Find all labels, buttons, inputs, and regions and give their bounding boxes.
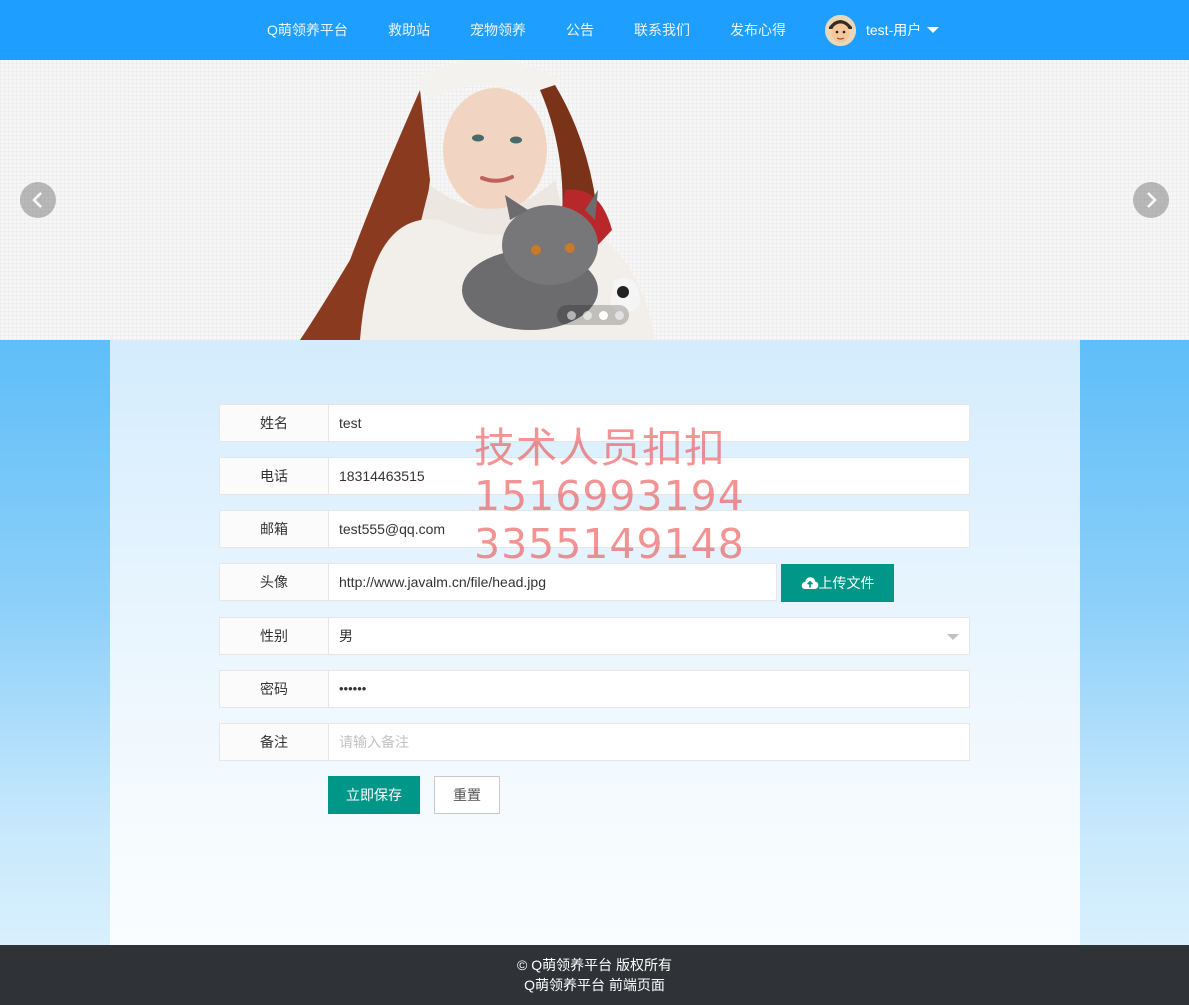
gender-selected-value: 男 (339, 628, 353, 644)
nav-item-contact[interactable]: 联系我们 (634, 0, 690, 60)
carousel-dot-1[interactable] (567, 311, 576, 320)
carousel-next-button[interactable] (1133, 182, 1169, 218)
gender-label: 性别 (219, 617, 329, 655)
remark-input[interactable] (328, 723, 970, 761)
cloud-upload-icon (801, 577, 818, 589)
carousel-indicators (557, 305, 629, 325)
nav-item-post-experience[interactable]: 发布心得 (730, 0, 786, 60)
carousel-dot-2[interactable] (583, 311, 592, 320)
footer-copyright: © Q萌领养平台 版权所有 (517, 957, 672, 973)
carousel-dot-4[interactable] (615, 311, 624, 320)
watermark-line-2: 1516993194 (474, 472, 745, 520)
nav-item-announcements[interactable]: 公告 (566, 0, 594, 60)
avatar-label: 头像 (219, 563, 329, 601)
chevron-left-icon (32, 192, 42, 208)
reset-button[interactable]: 重置 (434, 776, 500, 814)
password-label: 密码 (219, 670, 329, 708)
name-label: 姓名 (219, 404, 329, 442)
watermark-line-1: 技术人员扣扣 (474, 424, 726, 472)
phone-label: 电话 (219, 457, 329, 495)
avatar-url-input[interactable] (328, 563, 777, 601)
password-input[interactable]: •••••• (328, 670, 970, 708)
nav-item-home[interactable]: Q萌领养平台 (267, 0, 348, 60)
watermark-line-3: 3355149148 (474, 520, 745, 568)
nav-item-pet-adoption[interactable]: 宠物领养 (470, 0, 526, 60)
banner-carousel (0, 60, 1189, 340)
chevron-down-icon (947, 634, 959, 640)
carousel-dot-3[interactable] (599, 311, 608, 320)
user-name-label: test-用户 (866, 22, 922, 38)
upload-file-label: 上传文件 (818, 575, 875, 591)
gender-select[interactable]: 男 (328, 617, 970, 655)
avatar (825, 14, 856, 46)
banner-image (300, 60, 655, 340)
top-nav: Q萌领养平台 救助站 宠物领养 公告 联系我们 发布心得 test-用户 (0, 0, 1189, 60)
save-button[interactable]: 立即保存 (328, 776, 420, 814)
footer: © Q萌领养平台 版权所有 Q萌领养平台 前端页面 (0, 945, 1189, 1005)
chevron-right-icon (1147, 192, 1157, 208)
caret-down-icon (927, 27, 940, 33)
upload-file-button[interactable]: 上传文件 (781, 564, 894, 602)
nav-item-rescue-station[interactable]: 救助站 (388, 0, 430, 60)
user-menu[interactable]: test-用户 (825, 14, 940, 46)
footer-subtitle: Q萌领养平台 前端页面 (524, 977, 665, 993)
carousel-prev-button[interactable] (20, 182, 56, 218)
email-label: 邮箱 (219, 510, 329, 548)
remark-label: 备注 (219, 723, 329, 761)
